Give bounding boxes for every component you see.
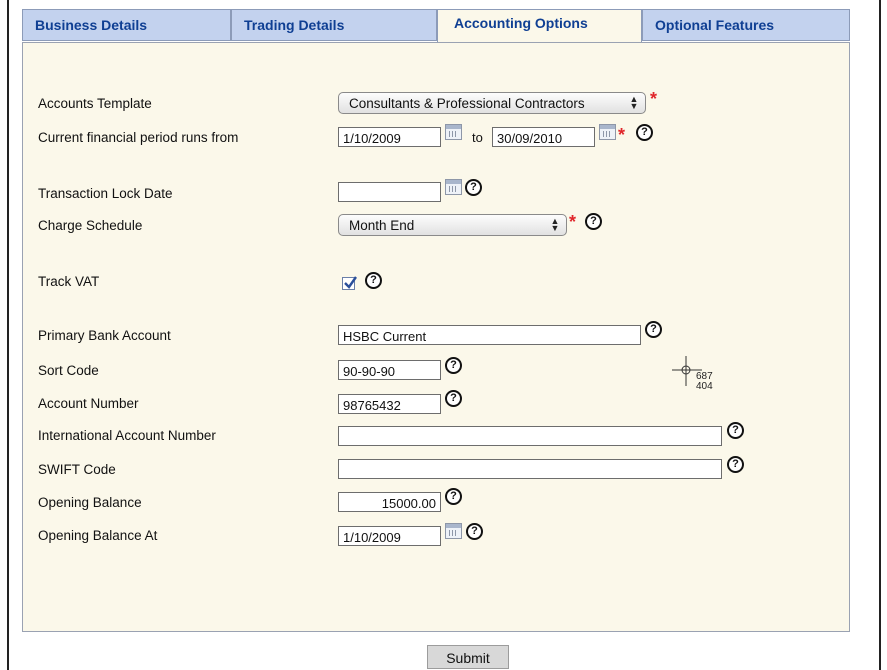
opening-balance-input[interactable]: 15000.00 [338, 492, 441, 512]
charge-schedule-select[interactable]: Month End ▲ ▼ [338, 214, 567, 236]
help-icon[interactable]: ? [585, 213, 602, 230]
calendar-icon[interactable] [445, 124, 462, 140]
help-icon[interactable]: ? [445, 357, 462, 374]
sort-code-input[interactable]: 90-90-90 [338, 360, 441, 380]
help-icon[interactable]: ? [727, 422, 744, 439]
help-icon[interactable]: ? [645, 321, 662, 338]
help-icon[interactable]: ? [636, 124, 653, 141]
account-number-label: Account Number [38, 396, 139, 411]
help-icon[interactable]: ? [445, 390, 462, 407]
required-marker: * [569, 212, 577, 232]
accounts-template-value: Consultants & Professional Contractors [349, 96, 585, 111]
swift-code-label: SWIFT Code [38, 462, 116, 477]
track-vat-checkbox[interactable] [342, 276, 357, 290]
opening-balance-at-label: Opening Balance At [38, 528, 158, 543]
required-marker: * [650, 89, 658, 109]
sort-code-label: Sort Code [38, 363, 99, 378]
help-icon[interactable]: ? [466, 523, 483, 540]
cursor-coordinates: 687 404 [696, 372, 713, 392]
transaction-lock-date-label: Transaction Lock Date [38, 186, 173, 201]
charge-schedule-value: Month End [349, 218, 415, 233]
opening-balance-at-input[interactable]: 1/10/2009 [338, 526, 441, 546]
calendar-icon[interactable] [599, 124, 616, 140]
help-icon[interactable]: ? [365, 272, 382, 289]
accounts-template-label: Accounts Template [38, 96, 152, 111]
select-arrows-icon: ▲ ▼ [629, 94, 639, 111]
help-icon[interactable]: ? [727, 456, 744, 473]
tab-label: Trading Details [244, 17, 345, 33]
period-to-text: to [472, 130, 483, 145]
select-arrows-icon: ▲ ▼ [550, 216, 560, 233]
swift-code-input[interactable] [338, 459, 722, 479]
calendar-icon[interactable] [445, 179, 462, 195]
tab-bar: Business Details Trading Details Account… [22, 9, 850, 43]
accounts-template-select[interactable]: Consultants & Professional Contractors ▲… [338, 92, 646, 114]
tab-accounting-options[interactable]: Accounting Options [437, 9, 642, 43]
checkmark-icon [344, 276, 357, 289]
international-account-number-label: International Account Number [38, 428, 216, 443]
financial-period-label: Current financial period runs from [38, 130, 239, 145]
transaction-lock-date-input[interactable] [338, 182, 441, 202]
calendar-icon[interactable] [445, 523, 462, 539]
primary-bank-account-label: Primary Bank Account [38, 328, 171, 343]
submit-button[interactable]: Submit [427, 645, 509, 669]
tab-label: Optional Features [655, 17, 775, 33]
required-marker: * [618, 125, 626, 145]
period-to-input[interactable]: 30/09/2010 [492, 127, 595, 147]
track-vat-label: Track VAT [38, 274, 100, 289]
cursor-y-readout: 404 [696, 381, 713, 392]
charge-schedule-label: Charge Schedule [38, 218, 143, 233]
period-from-input[interactable]: 1/10/2009 [338, 127, 441, 147]
primary-bank-account-input[interactable]: HSBC Current [338, 325, 641, 345]
account-number-input[interactable]: 98765432 [338, 394, 441, 414]
tab-optional-features[interactable]: Optional Features [642, 9, 850, 41]
tab-trading-details[interactable]: Trading Details [231, 9, 437, 41]
tab-label: Accounting Options [454, 15, 588, 31]
help-icon[interactable]: ? [445, 488, 462, 505]
opening-balance-label: Opening Balance [38, 495, 142, 510]
international-account-number-input[interactable] [338, 426, 722, 446]
tab-label: Business Details [35, 17, 148, 33]
tab-business-details[interactable]: Business Details [22, 9, 231, 41]
help-icon[interactable]: ? [465, 179, 482, 196]
